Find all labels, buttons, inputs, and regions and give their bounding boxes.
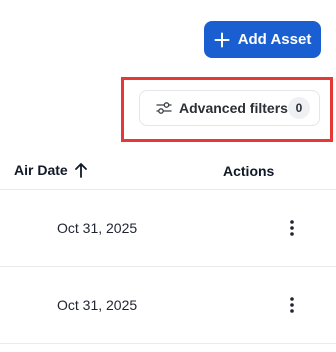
plus-icon (214, 32, 230, 48)
filter-count-badge: 0 (287, 97, 310, 119)
advanced-filters-button[interactable]: Advanced filters 0 (139, 90, 320, 126)
cell-air-date: Oct 31, 2025 (57, 220, 138, 236)
sliders-icon (156, 101, 172, 115)
arrow-up-icon (74, 162, 88, 178)
page: Add Asset Advanced filters 0 Air Date Ac… (0, 0, 336, 352)
table-row: Oct 31, 2025 (0, 190, 336, 267)
advanced-filters-label: Advanced filters (179, 100, 288, 116)
add-asset-button[interactable]: Add Asset (204, 21, 321, 58)
add-asset-label: Add Asset (237, 31, 312, 48)
column-header-air-date[interactable]: Air Date (14, 162, 88, 178)
column-header-actions: Actions (223, 163, 275, 179)
cell-air-date: Oct 31, 2025 (57, 297, 138, 313)
more-vertical-icon[interactable] (284, 217, 300, 239)
column-header-air-date-label: Air Date (14, 162, 68, 178)
table-header: Air Date Actions (0, 152, 336, 190)
more-vertical-icon[interactable] (284, 294, 300, 316)
table-row: Oct 31, 2025 (0, 267, 336, 344)
